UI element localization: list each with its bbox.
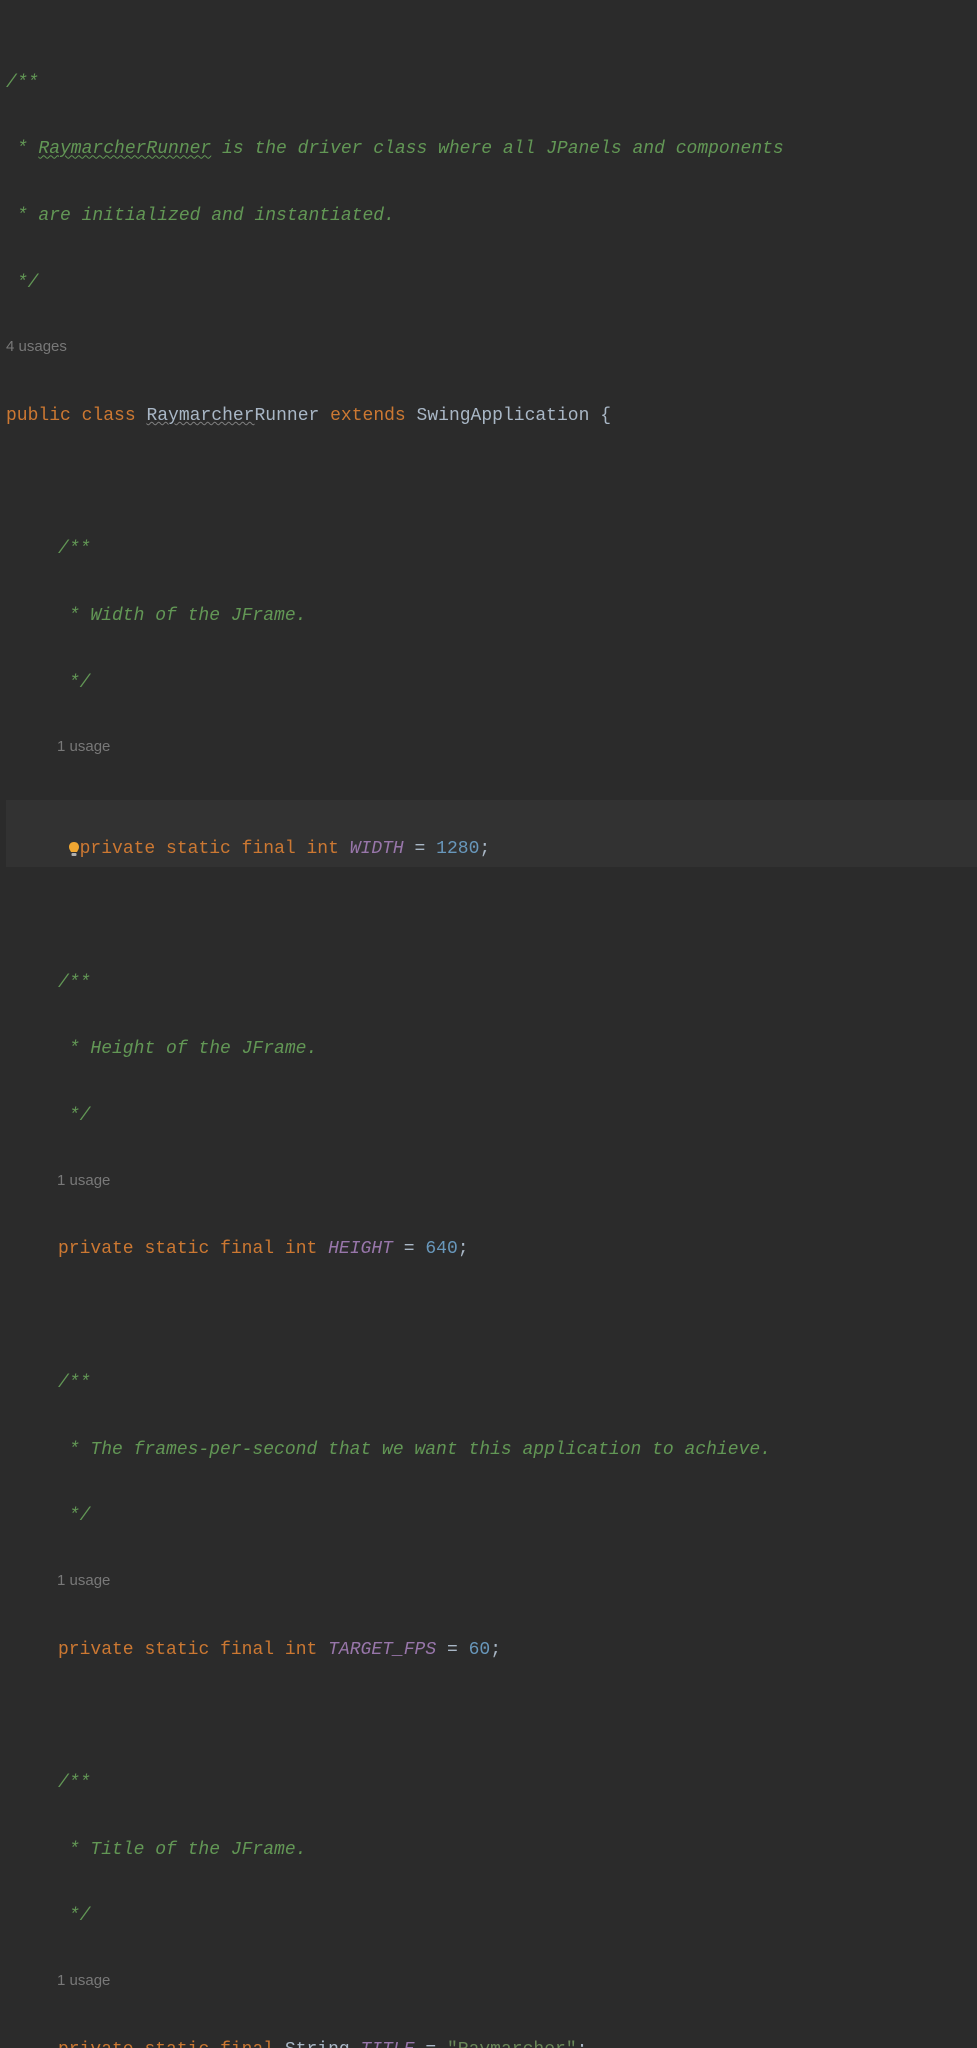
blank-line: [6, 1300, 977, 1333]
usages-hint[interactable]: 4 usages: [6, 333, 977, 366]
usages-hint[interactable]: 1 usage: [6, 733, 977, 766]
javadoc-line: */: [6, 1500, 977, 1533]
javadoc-line: /**: [6, 533, 977, 566]
field-title-declaration: private static final String TITLE = "Ray…: [6, 2034, 977, 2048]
javadoc-line: */: [6, 267, 977, 300]
javadoc-line: * Width of the JFrame.: [6, 600, 977, 633]
javadoc-line: /**: [6, 1767, 977, 1800]
intention-bulb-icon[interactable]: [22, 806, 40, 824]
javadoc-line: * Height of the JFrame.: [6, 1033, 977, 1066]
blank-line: [6, 900, 977, 933]
usages-hint[interactable]: 1 usage: [6, 1167, 977, 1200]
javadoc-line: */: [6, 1100, 977, 1133]
javadoc-line: /**: [6, 67, 977, 100]
field-fps-declaration: private static final int TARGET_FPS = 60…: [6, 1634, 977, 1667]
javadoc-line: * are initialized and instantiated.: [6, 200, 977, 233]
javadoc-line: */: [6, 1900, 977, 1933]
javadoc-line: /**: [6, 1367, 977, 1400]
code-editor[interactable]: /** * RaymarcherRunner is the driver cla…: [0, 0, 977, 2048]
javadoc-line: /**: [6, 967, 977, 1000]
usages-hint[interactable]: 1 usage: [6, 1567, 977, 1600]
javadoc-line: * RaymarcherRunner is the driver class w…: [6, 133, 977, 166]
usages-hint[interactable]: 1 usage: [6, 1967, 977, 2000]
blank-line: [6, 467, 977, 500]
blank-line: [6, 1700, 977, 1733]
field-height-declaration: private static final int HEIGHT = 640;: [6, 1233, 977, 1266]
field-width-declaration: private static final int WIDTH = 1280;: [6, 800, 977, 867]
javadoc-line: * The frames-per-second that we want thi…: [6, 1434, 977, 1467]
javadoc-line: * Title of the JFrame.: [6, 1834, 977, 1867]
class-declaration: public class RaymarcherRunner extends Sw…: [6, 400, 977, 433]
javadoc-line: */: [6, 667, 977, 700]
